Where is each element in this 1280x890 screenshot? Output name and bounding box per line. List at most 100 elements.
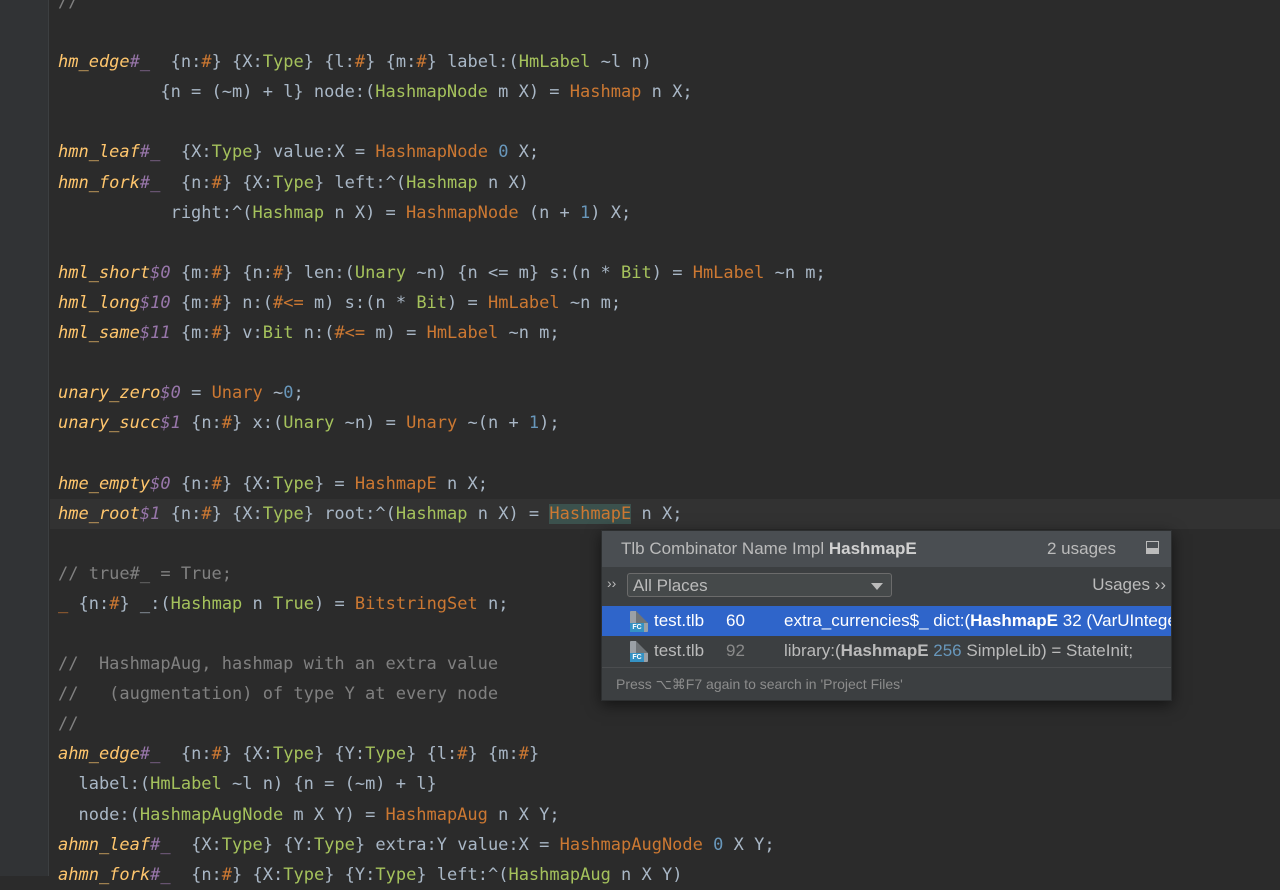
code-line[interactable]: unary_succ$1 {n:#} x:(Unary ~n) = Unary … [58, 408, 1280, 438]
code-token: ahm_edge [58, 744, 140, 765]
code-line[interactable]: // [58, 0, 1280, 17]
code-token: Bit [416, 292, 448, 313]
pin-to-tool-window-icon[interactable] [1146, 541, 1159, 554]
code-line[interactable]: hmn_leaf#_ {X:Type} value:X = HashmapNod… [58, 137, 1280, 167]
scope-value: All Places [633, 576, 708, 595]
code-line[interactable]: hme_empty$0 {n:#} {X:Type} = HashmapE n … [58, 469, 1280, 499]
code-token: ~ [262, 383, 284, 404]
scope-row: ›› All Places Usages ›› [602, 567, 1171, 603]
code-token: hme_empty [58, 473, 151, 494]
scope-dropdown[interactable]: All Places [627, 573, 892, 597]
code-token: ~l n) [590, 52, 652, 73]
code-token: Bit [621, 262, 652, 283]
code-token: } n:( [221, 292, 273, 313]
expand-left-icon[interactable]: ›› [607, 575, 616, 591]
code-line[interactable]: node:(HashmapAugNode m X Y) = HashmapAug… [58, 800, 1280, 830]
code-token: Type [211, 142, 253, 163]
usage-result-row[interactable]: FC test.tlb 92 library:(HashmapE 256 Sim… [602, 636, 1171, 666]
code-token: HashmapNode [375, 142, 488, 163]
code-token: 1 [528, 413, 540, 434]
code-token: ) = [447, 292, 488, 313]
code-token: 0 [713, 834, 724, 855]
code-token: BitstringSet [354, 593, 478, 614]
code-token: #_ [139, 172, 161, 193]
code-token: HmLabel [518, 52, 591, 73]
usage-result-row[interactable]: FC test.tlb 60 extra_currencies$_ dict:(… [602, 606, 1171, 636]
popup-title-prefix: Tlb Combinator Name Impl [621, 539, 829, 558]
code-token: {X: [170, 834, 222, 855]
code-line[interactable]: hme_root$1 {n:#} {X:Type} root:^(Hashmap… [50, 498, 1280, 529]
code-token: ahmn_leaf [58, 834, 151, 855]
code-line[interactable]: hml_short$0 {m:#} {n:#} len:(Unary ~n) {… [58, 258, 1280, 288]
code-token: hme_root [58, 503, 140, 524]
code-line[interactable]: label:(HmLabel ~l n) {n = (~m) + l} [58, 769, 1280, 799]
code-line[interactable]: ahm_edge#_ {n:#} {X:Type} {Y:Type} {l:#}… [58, 739, 1280, 769]
code-token: ahmn_fork [58, 864, 151, 885]
code-token: HashmapAugNode [139, 804, 284, 825]
code-token: } {l: [406, 744, 458, 765]
code-token: } {X: [221, 473, 273, 494]
code-line[interactable] [58, 348, 1280, 378]
result-line: 60 [726, 611, 745, 630]
code-line[interactable]: ahmn_leaf#_ {X:Type} {Y:Type} extra:Y va… [58, 830, 1280, 860]
code-token: right:^( [58, 202, 253, 223]
code-token: hmn_fork [58, 172, 140, 193]
code-line[interactable]: unary_zero$0 = Unary ~0; [58, 378, 1280, 408]
usages-button[interactable]: Usages ›› [1092, 567, 1166, 603]
popup-title-symbol: HashmapE [828, 539, 917, 558]
code-token: {n: [150, 52, 202, 73]
code-token: // [58, 714, 79, 735]
code-line[interactable] [58, 17, 1280, 47]
code-token: Bit [262, 323, 294, 344]
code-line[interactable]: right:^(Hashmap n X) = HashmapNode (n + … [58, 198, 1280, 228]
code-token: ); [539, 413, 560, 434]
code-token: m X Y) = [283, 804, 386, 825]
code-token: Unary [283, 413, 335, 434]
code-line[interactable]: hmn_fork#_ {n:#} {X:Type} left:^(Hashmap… [58, 168, 1280, 198]
code-line[interactable] [58, 228, 1280, 258]
search-hint: Press ⌥⌘F7 again to search in 'Project F… [616, 676, 903, 692]
code-token: } {Y: [262, 834, 314, 855]
code-token: # [201, 52, 212, 73]
code-token: Type [273, 744, 314, 765]
code-line[interactable]: ahmn_fork#_ {n:#} {X:Type} {Y:Type} left… [58, 860, 1280, 890]
code-line[interactable]: hml_long$10 {m:#} n:(#<= m) s:(n * Bit) … [58, 288, 1280, 318]
code-token: } label:( [426, 52, 519, 73]
double-chevron-right-icon: ›› [1154, 575, 1166, 594]
code-line[interactable]: hml_same$11 {m:#} v:Bit n:(#<= m) = HmLa… [58, 318, 1280, 348]
code-token: Type [313, 834, 355, 855]
code-token: } {Y: [313, 744, 366, 765]
code-line[interactable]: // [58, 709, 1280, 739]
code-token: n X; [641, 82, 693, 103]
code-token: } {l: [303, 52, 355, 73]
code-line[interactable] [58, 107, 1280, 137]
code-token: hml_same [58, 323, 140, 344]
code-token: # [211, 292, 222, 313]
code-editor[interactable]: // hm_edge#_ {n:#} {X:Type} {l:#} {m:#} … [50, 0, 1280, 890]
code-token: ~n m; [498, 323, 560, 344]
code-token: 0 [498, 142, 509, 163]
code-line[interactable] [58, 438, 1280, 468]
code-token: Type [283, 864, 325, 885]
code-token: #_ [129, 52, 151, 73]
code-token: # [416, 52, 427, 73]
code-line[interactable]: hm_edge#_ {n:#} {X:Type} {l:#} {m:#} lab… [58, 47, 1280, 77]
code-token: Type [273, 172, 314, 193]
code-token: # [201, 503, 212, 524]
code-token: n [242, 593, 274, 614]
gutter-divider [48, 0, 49, 876]
chevron-down-icon [871, 583, 883, 590]
code-token: ~(n + [457, 413, 529, 434]
code-token: } left:^( [313, 172, 407, 193]
code-token: n:( [293, 323, 335, 344]
code-token: ) = [313, 593, 355, 614]
usages-count: 2 usages [1047, 539, 1116, 558]
result-code: extra_currencies$_ dict:(HashmapE 32 (Va… [784, 611, 1171, 630]
code-token: = [180, 383, 212, 404]
code-token: $1 [139, 503, 161, 524]
code-token: n X Y; [487, 804, 560, 825]
code-token: Type [273, 473, 314, 494]
code-token: m) = [365, 323, 427, 344]
code-line[interactable]: {n = (~m) + l} node:(HashmapNode m X) = … [58, 77, 1280, 107]
